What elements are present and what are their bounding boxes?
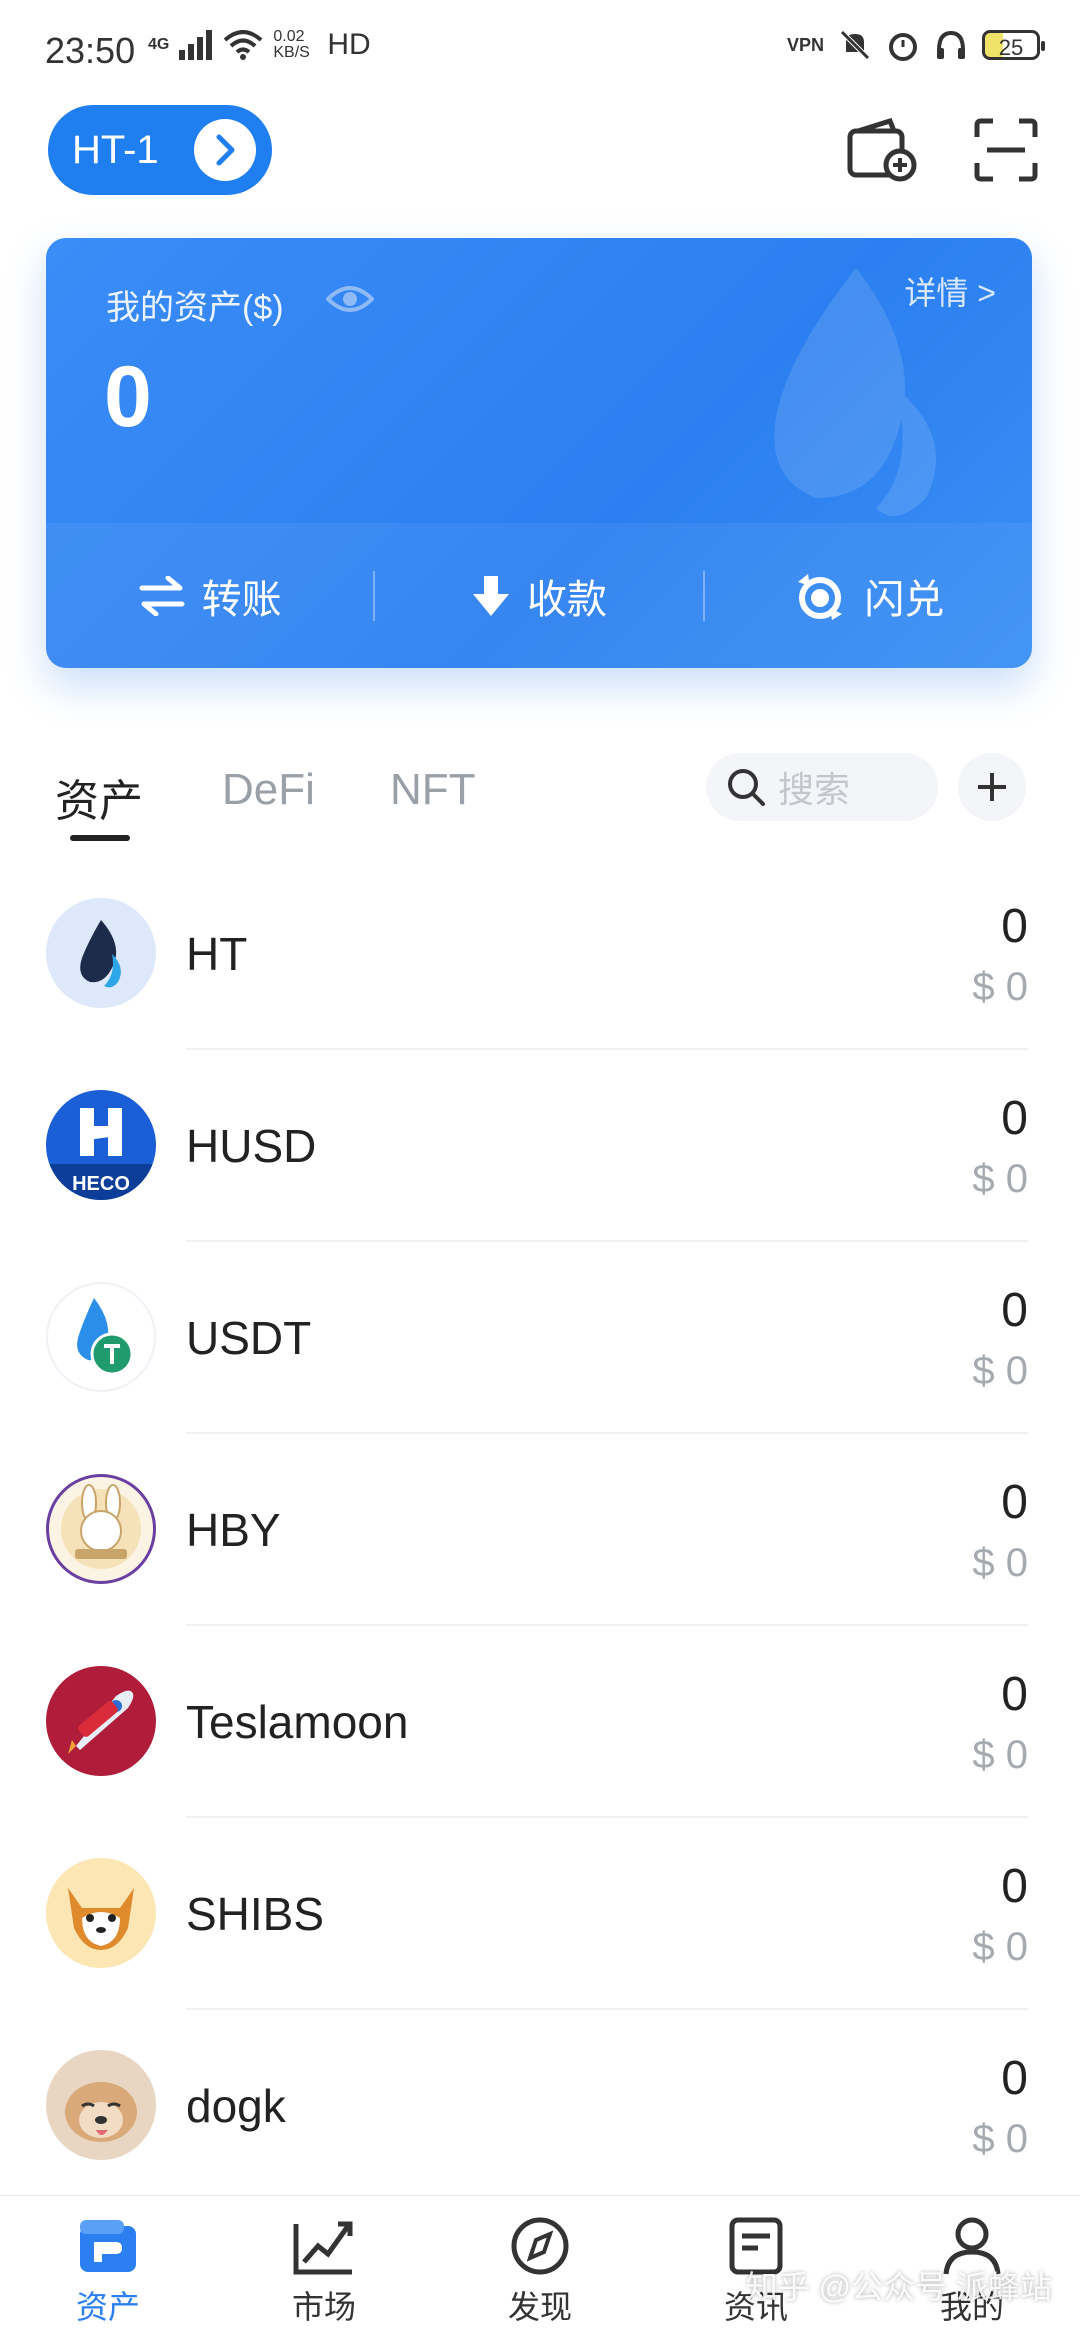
tab-defi[interactable]: DeFi — [222, 765, 315, 815]
asset-detail-link[interactable]: 详情 > — [904, 268, 996, 314]
scan-icon[interactable] — [966, 110, 1046, 190]
swap-button[interactable]: 闪兑 — [705, 567, 1032, 625]
row-divider — [186, 2008, 1028, 2010]
compass-icon — [511, 2217, 569, 2275]
token-row-shibs[interactable]: SHIBS 0 $ 0 — [0, 1845, 1080, 2037]
signal-icon — [179, 30, 213, 60]
token-symbol: HUSD — [186, 1120, 317, 1172]
svg-text:HECO: HECO — [72, 1173, 130, 1195]
asset-title: 我的资产($) — [106, 289, 284, 327]
wifi-icon — [224, 30, 263, 60]
mute-icon — [840, 30, 870, 60]
token-fiat-value: $ 0 — [972, 1925, 1028, 1969]
market-chart-icon — [293, 2221, 353, 2275]
token-fiat-value: $ 0 — [972, 1157, 1028, 1201]
token-row-usdt[interactable]: USDT 0 $ 0 — [0, 1269, 1080, 1461]
asset-card: 我的资产($) 详情 > 0 转账 收款 闪兑 — [46, 238, 1032, 668]
token-amount: 0 — [1001, 1284, 1028, 1337]
token-fiat-value: $ 0 — [972, 2117, 1028, 2161]
token-fiat-value: $ 0 — [972, 1349, 1028, 1393]
token-symbol: HBY — [186, 1504, 281, 1556]
token-fiat-value: $ 0 — [972, 965, 1028, 1009]
row-divider — [186, 1624, 1028, 1626]
search-icon — [728, 769, 765, 806]
wallet-icon — [80, 2220, 136, 2272]
status-time: 23:50 — [45, 30, 136, 71]
transfer-icon — [139, 575, 185, 616]
teslamoon-rocket-logo-icon — [46, 1666, 156, 1776]
search-input[interactable]: 搜索 — [706, 753, 938, 821]
network-label: HT-1 — [72, 127, 159, 172]
usdt-logo-icon — [46, 1282, 156, 1392]
nav-label: 发现 — [507, 2289, 572, 2325]
transfer-label: 转账 — [201, 577, 282, 622]
husd-logo-icon: HECO — [46, 1090, 156, 1200]
hby-rabbit-logo-icon — [46, 1474, 156, 1584]
add-wallet-icon[interactable] — [842, 110, 922, 190]
token-amount: 0 — [1001, 1092, 1028, 1145]
tab-nft[interactable]: NFT — [390, 765, 476, 815]
headphones-icon — [937, 30, 965, 59]
search-placeholder: 搜索 — [778, 769, 851, 810]
token-symbol: Teslamoon — [186, 1696, 409, 1748]
status-bar: 23:50 4G 0.02 KB/S HD VPN 25 — [0, 0, 1080, 105]
network-type: 4G — [148, 36, 170, 53]
token-row-ht[interactable]: HT 0 $ 0 — [0, 885, 1080, 1077]
token-amount: 0 — [1001, 900, 1028, 953]
receive-button[interactable]: 收款 — [375, 567, 702, 625]
tab-active-indicator — [70, 835, 130, 841]
nav-label: 资产 — [75, 2289, 140, 2325]
swap-label: 闪兑 — [864, 577, 945, 622]
token-symbol: HT — [186, 928, 248, 980]
eye-icon[interactable] — [325, 283, 375, 320]
vpn-indicator: VPN — [786, 34, 824, 55]
token-fiat-value: $ 0 — [972, 1733, 1028, 1777]
dogk-puppy-logo-icon — [46, 2050, 156, 2160]
receive-icon — [472, 575, 509, 616]
chevron-right-icon — [194, 119, 256, 181]
battery-level: 25 — [998, 35, 1024, 60]
shiba-dog-logo-icon — [46, 1858, 156, 1968]
token-fiat-value: $ 0 — [972, 1541, 1028, 1585]
token-symbol: dogk — [186, 2080, 286, 2132]
token-amount: 0 — [1001, 1860, 1028, 1913]
status-right-icons: VPN 25 — [786, 28, 1045, 62]
receive-label: 收款 — [526, 577, 607, 622]
hd-indicator: HD — [327, 28, 371, 61]
watermark: 知乎 @公众号 派蜂站 — [745, 2269, 1052, 2305]
nav-discover[interactable]: 发现 — [432, 2196, 648, 2341]
plus-icon — [978, 773, 1006, 801]
nav-market[interactable]: 市场 — [216, 2196, 432, 2341]
tab-assets[interactable]: 资产 — [55, 765, 143, 829]
token-row-teslamoon[interactable]: Teslamoon 0 $ 0 — [0, 1653, 1080, 1845]
token-amount: 0 — [1001, 2052, 1028, 2105]
token-symbol: USDT — [186, 1312, 312, 1364]
status-left-icons: 4G 0.02 KB/S HD — [148, 28, 371, 62]
row-divider — [186, 1432, 1028, 1434]
row-divider — [186, 1048, 1028, 1050]
token-amount: 0 — [1001, 1476, 1028, 1529]
row-divider — [186, 1240, 1028, 1242]
transfer-button[interactable]: 转账 — [46, 567, 373, 625]
token-amount: 0 — [1001, 1668, 1028, 1721]
network-selector[interactable]: HT-1 — [48, 105, 272, 195]
token-list: HT 0 $ 0 HECO HUSD 0 $ 0 USDT 0 $ 0 HBY … — [0, 885, 1080, 2229]
asset-actions: 转账 收款 闪兑 — [46, 523, 1032, 668]
token-symbol: SHIBS — [186, 1888, 325, 1940]
battery-icon: 25 — [982, 30, 1045, 60]
token-row-husd[interactable]: HECO HUSD 0 $ 0 — [0, 1077, 1080, 1269]
asset-total-value: 0 — [104, 349, 152, 445]
nav-label: 市场 — [291, 2289, 356, 2325]
row-divider — [186, 1816, 1028, 1818]
alarm-icon — [889, 33, 917, 61]
ht-logo-icon — [46, 898, 156, 1008]
token-row-hby[interactable]: HBY 0 $ 0 — [0, 1461, 1080, 1653]
add-token-button[interactable] — [958, 753, 1026, 821]
network-speed: 0.02 KB/S — [273, 28, 310, 61]
nav-assets[interactable]: 资产 — [0, 2196, 216, 2341]
swap-icon — [798, 573, 843, 620]
